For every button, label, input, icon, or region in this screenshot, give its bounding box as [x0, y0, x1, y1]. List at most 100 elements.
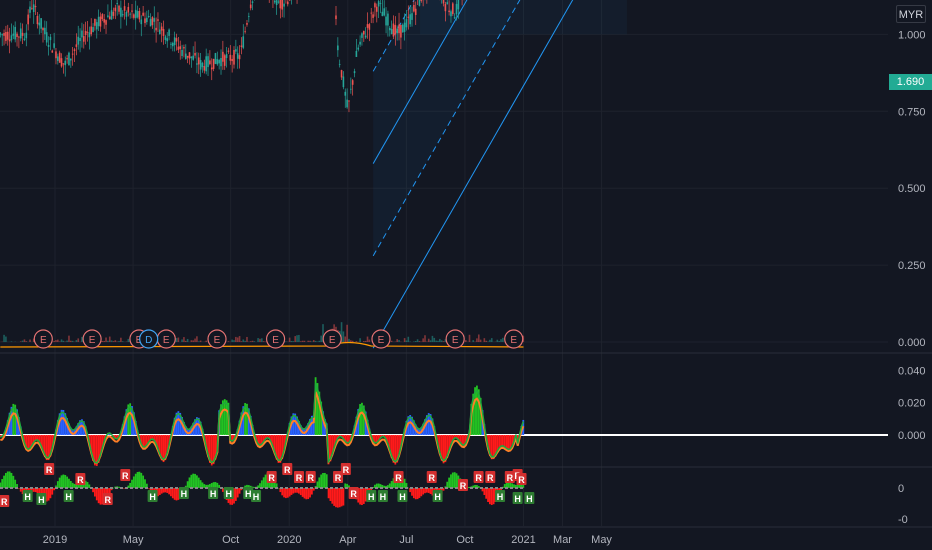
candle-body [281, 0, 284, 10]
volume-bar [3, 334, 5, 342]
volume-bar [114, 340, 117, 342]
candle-body [1, 34, 3, 36]
osc2-area-bar [414, 488, 417, 500]
osc2-area-bar [336, 488, 339, 508]
volume-bar [121, 341, 124, 342]
osc2-area-bar [175, 488, 178, 501]
volume-bar [429, 340, 432, 342]
candle-body [147, 15, 150, 18]
volume-bar [477, 334, 480, 342]
osc2-area-bar [281, 488, 284, 496]
earnings-badge-letter: E [89, 335, 96, 346]
candle-body [179, 46, 182, 50]
volume-bar [235, 336, 237, 342]
osc2-area-bar [199, 480, 202, 488]
volume-bar [112, 341, 115, 342]
osc2-area-bar [455, 473, 458, 488]
candle-body [75, 44, 78, 47]
volume-bar [368, 339, 371, 342]
candle-body [453, 17, 456, 19]
volume-bar [197, 341, 200, 342]
osc2-area-bar [412, 488, 415, 499]
osc2-area-bar [64, 475, 67, 488]
volume-bar [427, 338, 430, 342]
osc2-area-bar [192, 473, 195, 488]
volume-bar [346, 324, 348, 342]
volume-bar [57, 339, 59, 342]
volume-bar [398, 339, 400, 342]
volume-bar [440, 340, 443, 342]
osc2-area-bar [286, 488, 289, 498]
regression-channel [372, 0, 627, 349]
volume-bar [246, 336, 248, 342]
osc2-label-H: H [497, 492, 504, 502]
candle-body [227, 50, 230, 52]
candle-body [27, 14, 29, 25]
candle-body [370, 12, 373, 14]
volume-bar [177, 337, 180, 342]
osc2-area-bar [325, 474, 328, 488]
volume-bar [262, 341, 265, 342]
osc2-label-H: H [399, 492, 406, 502]
osc2-area-bar [320, 474, 323, 488]
candle-body [92, 27, 94, 33]
candle-body [123, 6, 126, 11]
dividend-badge-letter: D [145, 335, 152, 346]
osc2-label-R: R [335, 473, 342, 483]
volume-ma-line [0, 341, 524, 348]
volume-bar [242, 339, 245, 342]
candle-body [388, 27, 391, 31]
candle-body [190, 56, 193, 59]
candle-body [203, 66, 206, 71]
osc2-area-bar [453, 472, 456, 488]
candle-body [71, 53, 74, 55]
candle-body [210, 67, 213, 70]
volume-bar [227, 341, 230, 342]
volume-bar [103, 340, 105, 342]
osc1-tick-label: 0.040 [898, 365, 926, 377]
osc2-area-bar [58, 477, 61, 488]
volume-bar [439, 338, 441, 342]
osc2-area-bar [134, 473, 137, 488]
price-chart[interactable]: 2.0001.7501.5001.2501.0000.7500.5000.250… [0, 0, 932, 550]
volume-bar [296, 335, 298, 342]
volume-bar [10, 341, 13, 342]
volume-bar [5, 336, 7, 342]
candle-body [12, 33, 15, 36]
candle-body [181, 49, 183, 56]
channel-fill [373, 0, 520, 256]
osc2-area-bar [10, 472, 13, 488]
volume-bar [19, 341, 22, 342]
osc2-area-bar [307, 488, 310, 500]
volume-bar [464, 340, 467, 342]
osc2-area-bar [403, 478, 406, 488]
osc2-label-H: H [245, 489, 252, 499]
candle-body [131, 10, 133, 12]
osc2-area-bar [318, 477, 321, 488]
osc2-area-bar [513, 484, 515, 488]
time-tick-label: Mar [553, 534, 572, 546]
osc2-area-bar [342, 488, 345, 506]
volume-bar [351, 340, 354, 342]
volume-bar [253, 341, 256, 342]
candle-body [223, 55, 226, 66]
candle-body [34, 6, 37, 8]
osc2-area-bar [451, 472, 454, 488]
candle-body [129, 13, 131, 15]
volume-bar [233, 340, 235, 342]
osc2-area-bar [69, 480, 72, 488]
osc2-area-bar [196, 475, 198, 488]
currency-button[interactable]: MYR [896, 5, 926, 23]
candle-body [368, 24, 371, 30]
candle-body [84, 30, 87, 35]
price-tick-label: 0.250 [898, 260, 926, 272]
candle-body [353, 71, 356, 74]
osc1-tick-label: 0.020 [898, 398, 926, 410]
candle-body [344, 91, 347, 96]
osc2-area-bar [260, 480, 263, 488]
osc2-area-bar [331, 488, 334, 504]
volume-bar [496, 339, 499, 342]
candle-body [42, 28, 44, 31]
osc2-area-bar [99, 488, 102, 505]
candle-body [116, 3, 118, 5]
